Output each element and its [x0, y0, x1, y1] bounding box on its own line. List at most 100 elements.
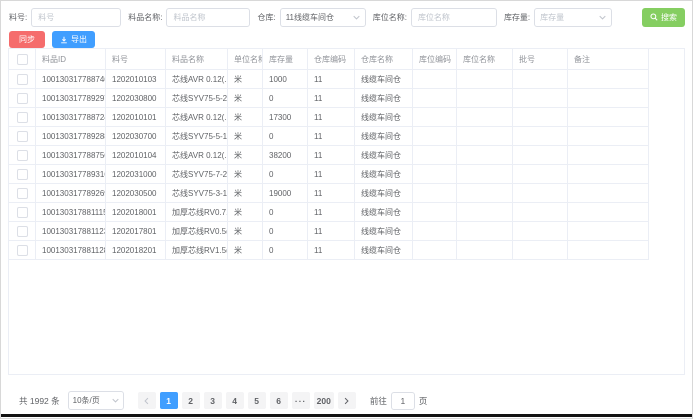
filter-group-material-no: 料号:	[9, 8, 121, 27]
row-checkbox[interactable]	[17, 169, 28, 180]
table-cell	[413, 203, 457, 222]
column-header-2: 料号	[106, 49, 166, 70]
table-cell: 19000	[263, 184, 308, 203]
table-cell	[513, 165, 568, 184]
row-checkbox[interactable]	[17, 188, 28, 199]
row-checkbox[interactable]	[17, 245, 28, 256]
page-button-5[interactable]: 5	[248, 392, 266, 409]
row-checkbox-cell	[9, 70, 36, 89]
table-cell: 1202017801	[106, 222, 166, 241]
select-all-checkbox[interactable]	[17, 54, 28, 65]
row-checkbox[interactable]	[17, 150, 28, 161]
page-size-select[interactable]: 10条/页	[68, 391, 124, 410]
row-checkbox[interactable]	[17, 74, 28, 85]
sync-button[interactable]: 同步	[9, 31, 45, 48]
table-cell: 17300	[263, 108, 308, 127]
row-checkbox-cell	[9, 127, 36, 146]
page-button-200[interactable]: 200	[314, 392, 334, 409]
search-button[interactable]: 搜索	[642, 8, 685, 27]
table-cell	[457, 203, 513, 222]
table-cell	[457, 184, 513, 203]
table-cell: 加厚芯线RV0.5(...	[166, 222, 228, 241]
table-cell	[413, 184, 457, 203]
item-name-label: 料品名称:	[128, 12, 162, 23]
location-name-label: 库位名称:	[373, 12, 407, 23]
table-cell: 1001303178811152	[36, 203, 106, 222]
row-checkbox[interactable]	[17, 226, 28, 237]
table-cell: 11	[308, 127, 355, 146]
export-button[interactable]: 导出	[52, 31, 95, 48]
table-cell: 芯线AVR 0.12(...	[166, 70, 228, 89]
table-cell	[513, 222, 568, 241]
table-cell	[513, 127, 568, 146]
page-button-2[interactable]: 2	[182, 392, 200, 409]
table-cell: 米	[228, 222, 263, 241]
table-cell: 11	[308, 241, 355, 260]
page-button-4[interactable]: 4	[226, 392, 244, 409]
table-cell: 0	[263, 127, 308, 146]
row-checkbox-cell	[9, 165, 36, 184]
next-page-button[interactable]	[338, 392, 356, 409]
table-cell: 1001303177887566	[36, 146, 106, 165]
warehouse-select[interactable]: 11线缆车间仓	[280, 8, 366, 27]
stock-qty-select[interactable]: 库存量	[534, 8, 612, 27]
window-bottom-edge	[1, 414, 692, 417]
row-checkbox-cell	[9, 108, 36, 127]
table-cell	[513, 70, 568, 89]
row-checkbox[interactable]	[17, 112, 28, 123]
page-button-3[interactable]: 3	[204, 392, 222, 409]
table-cell	[568, 70, 649, 89]
pager: 123456···200	[138, 392, 356, 409]
table-cell	[513, 241, 568, 260]
stock-qty-label: 库存量:	[504, 12, 530, 23]
chevron-down-icon	[353, 15, 360, 20]
table-cell	[513, 146, 568, 165]
table-cell: 芯线AVR 0.12(...	[166, 108, 228, 127]
item-name-input[interactable]	[166, 8, 250, 27]
material-no-input[interactable]	[31, 8, 121, 27]
table-cell	[457, 70, 513, 89]
page-unit-label: 页	[419, 395, 428, 407]
table-cell: 加厚芯线RV1.5(...	[166, 241, 228, 260]
goto-page-input[interactable]	[391, 392, 415, 410]
table-cell	[513, 89, 568, 108]
table-cell: 11	[308, 222, 355, 241]
column-header-9: 库位名称	[457, 49, 513, 70]
inventory-table: 料品ID料号料品名称单位名称库存量仓库编码仓库名称库位编码库位名称批号备注 10…	[8, 48, 649, 260]
table-cell	[513, 203, 568, 222]
table-cell: 11	[308, 146, 355, 165]
table-cell: 1202010104	[106, 146, 166, 165]
table-row: 10013031778931661202031000芯线SYV75-7-2米01…	[9, 165, 649, 184]
table-cell	[413, 222, 457, 241]
pager-ellipsis[interactable]: ···	[292, 392, 310, 409]
table-cell: 0	[263, 89, 308, 108]
table-cell	[457, 241, 513, 260]
location-name-input[interactable]	[411, 8, 497, 27]
table-cell: 1001303178811287	[36, 241, 106, 260]
export-button-label: 导出	[71, 34, 87, 45]
table-cell: 1202030500	[106, 184, 166, 203]
filter-group-location-name: 库位名称:	[373, 8, 497, 27]
table-cell: 1202010101	[106, 108, 166, 127]
prev-page-button[interactable]	[138, 392, 156, 409]
table-cell: 芯线SYV75-5-2	[166, 89, 228, 108]
row-checkbox[interactable]	[17, 207, 28, 218]
row-checkbox[interactable]	[17, 93, 28, 104]
table-cell: 线缆车间仓	[355, 203, 413, 222]
row-checkbox[interactable]	[17, 131, 28, 142]
column-header-8: 库位编码	[413, 49, 457, 70]
table-cell	[568, 241, 649, 260]
table-cell: 米	[228, 70, 263, 89]
page-button-6[interactable]: 6	[270, 392, 288, 409]
page-button-1[interactable]: 1	[160, 392, 178, 409]
table-row: 10013031778926911202030500芯线SYV75-3-1米19…	[9, 184, 649, 203]
stock-qty-select-placeholder: 库存量	[540, 12, 564, 23]
table-cell: 11	[308, 184, 355, 203]
column-header-5: 库存量	[263, 49, 308, 70]
warehouse-select-value: 11线缆车间仓	[286, 12, 334, 23]
column-header-6: 仓库编码	[308, 49, 355, 70]
filter-bar: 料号: 料品名称: 仓库: 11线缆车间仓 库位名称: 库存量: 库存量	[9, 7, 685, 27]
column-header-1: 料品ID	[36, 49, 106, 70]
goto-label: 前往	[370, 395, 387, 407]
row-checkbox-cell	[9, 241, 36, 260]
